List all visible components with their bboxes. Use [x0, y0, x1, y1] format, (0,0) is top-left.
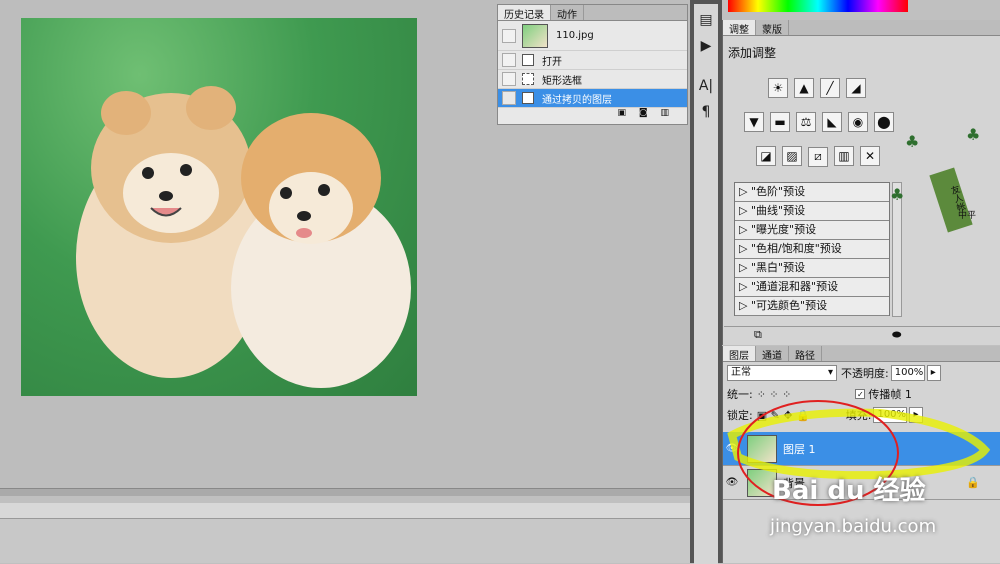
watermark-logo: Bai du 经验	[772, 476, 926, 506]
preset-item[interactable]: ▷ "黑白"预设	[735, 259, 889, 278]
preset-label: "色阶"预设	[750, 185, 806, 198]
dogs-photo	[76, 86, 411, 388]
invert-icon[interactable]: ◪	[756, 146, 776, 166]
preset-list: ▷ "色阶"预设 ▷ "曲线"预设 ▷ "曝光度"预设 ▷ "色相/饱和度"预设…	[734, 182, 890, 316]
levels-icon[interactable]: ▲	[794, 78, 814, 98]
panel-icons: ▤ ▶ A| ¶	[694, 4, 718, 564]
tab-adjustments[interactable]: 调整	[723, 20, 756, 36]
curves-icon[interactable]: ╱	[820, 78, 840, 98]
hue-saturation-icon[interactable]: ▬	[770, 112, 790, 132]
tab-channels[interactable]: 通道	[756, 346, 789, 362]
preset-item[interactable]: ▷ "曲线"预设	[735, 202, 889, 221]
brightness-icon[interactable]: ☀	[768, 78, 788, 98]
preset-item[interactable]: ▷ "可选颜色"预设	[735, 297, 889, 316]
blend-mode-select[interactable]: 正常 ▾	[727, 365, 837, 381]
vibrance-icon[interactable]: ▼	[744, 112, 764, 132]
adjustment-icons-row2: ▼ ▬ ⚖ ◣ ◉ ⬤	[744, 112, 900, 132]
preset-label: "色相/饱和度"预设	[750, 242, 842, 255]
snapshot-thumbnail	[522, 23, 548, 48]
preset-item[interactable]: ▷ "色相/饱和度"预设	[735, 240, 889, 259]
preset-label: "通道混和器"预设	[750, 280, 839, 293]
exposure-icon[interactable]: ◢	[846, 78, 866, 98]
tab-paths[interactable]: 路径	[789, 346, 822, 362]
snapshot-name: 110.jpg	[556, 30, 594, 41]
blend-mode-value: 正常	[731, 367, 751, 378]
history-item-label: 通过拷贝的图层	[542, 94, 612, 106]
history-item[interactable]: 打开	[498, 51, 687, 70]
clover-icon: ♣	[966, 125, 981, 144]
history-brush-source[interactable]	[502, 53, 516, 67]
clover-icon: ♣	[905, 132, 920, 151]
history-brush-source[interactable]	[502, 72, 516, 86]
adjustments-title: 添加调整	[728, 46, 777, 60]
selective-color-icon[interactable]: ✕	[860, 146, 880, 166]
gradient-map-icon[interactable]: ▥	[834, 146, 854, 166]
canvas-scrollbar[interactable]	[0, 488, 690, 496]
preset-item[interactable]: ▷ "曝光度"预设	[735, 221, 889, 240]
history-item-label: 打开	[542, 56, 562, 68]
history-snapshot[interactable]: 110.jpg	[498, 21, 687, 51]
camera-icon[interactable]: ◙	[639, 108, 648, 118]
posterize-icon[interactable]: ▨	[782, 146, 802, 166]
clover-icon: ♣	[890, 185, 905, 204]
clip-icon[interactable]: ⧉	[754, 328, 762, 342]
history-tabs: 历史记录 动作	[498, 5, 687, 21]
tab-history[interactable]: 历史记录	[498, 5, 551, 21]
channel-mixer-icon[interactable]: ⬤	[874, 112, 894, 132]
tab-actions[interactable]: 动作	[551, 5, 584, 21]
decorative-text: 中平	[958, 211, 977, 221]
preset-item[interactable]: ▷ "色阶"预设	[735, 183, 889, 202]
history-footer: ▣ ◙ ▥	[498, 108, 687, 122]
visibility-icon[interactable]: ⬬	[892, 328, 901, 342]
tab-masks[interactable]: 蒙版	[756, 20, 789, 36]
history-panel-icon[interactable]: ▤	[696, 10, 716, 30]
character-panel-icon[interactable]: A|	[696, 76, 716, 96]
actions-play-icon[interactable]: ▶	[696, 36, 716, 56]
color-balance-icon[interactable]: ⚖	[796, 112, 816, 132]
adjustments-footer: ⧉ ⬬	[724, 326, 1000, 344]
opacity-label: 不透明度:	[841, 367, 889, 380]
adjustment-icons-row1: ☀ ▲ ╱ ◢	[768, 78, 872, 98]
history-item-selected[interactable]: 通过拷贝的图层	[498, 89, 687, 108]
photo-filter-icon[interactable]: ◉	[848, 112, 868, 132]
watermark-url: jingyan.baidu.com	[770, 516, 937, 537]
blend-row: 正常 ▾ 不透明度: 100% ▸	[723, 362, 1000, 384]
layer-copy-icon	[522, 92, 534, 104]
preset-label: "可选颜色"预设	[750, 299, 828, 312]
paragraph-panel-icon[interactable]: ¶	[696, 102, 716, 122]
history-item[interactable]: 矩形选框	[498, 70, 687, 89]
document-icon	[522, 54, 534, 66]
layers-tabs: 图层 通道 路径	[723, 346, 1000, 362]
tab-layers[interactable]: 图层	[723, 346, 756, 362]
color-spectrum[interactable]	[728, 0, 908, 12]
history-brush-source[interactable]	[502, 91, 516, 105]
adjustment-icons-row3: ◪ ▨ ⧄ ▥ ✕	[756, 146, 886, 167]
preset-label: "黑白"预设	[750, 261, 806, 274]
snapshot-brush-icon[interactable]	[502, 28, 516, 43]
document-image	[21, 18, 417, 396]
new-document-icon[interactable]: ▣	[617, 108, 626, 118]
adjustments-tabs: 调整 蒙版	[723, 20, 1000, 36]
preset-label: "曲线"预设	[750, 204, 806, 217]
opacity-input[interactable]: 100%	[890, 365, 925, 381]
history-panel: 历史记录 动作 110.jpg 打开 矩形选框 通过拷贝的图层 ▣ ◙ ▥	[497, 4, 688, 125]
trash-icon[interactable]: ▥	[660, 108, 669, 118]
threshold-icon[interactable]: ⧄	[808, 146, 828, 167]
chevron-down-icon: ▾	[827, 367, 833, 378]
preset-item[interactable]: ▷ "通道混和器"预设	[735, 278, 889, 297]
preset-label: "曝光度"预设	[750, 223, 817, 236]
bottom-panel-header	[0, 503, 690, 519]
black-white-icon[interactable]: ◣	[822, 112, 842, 132]
opacity-slider-button[interactable]: ▸	[926, 365, 941, 381]
marquee-icon	[522, 73, 534, 85]
history-item-label: 矩形选框	[542, 75, 582, 87]
